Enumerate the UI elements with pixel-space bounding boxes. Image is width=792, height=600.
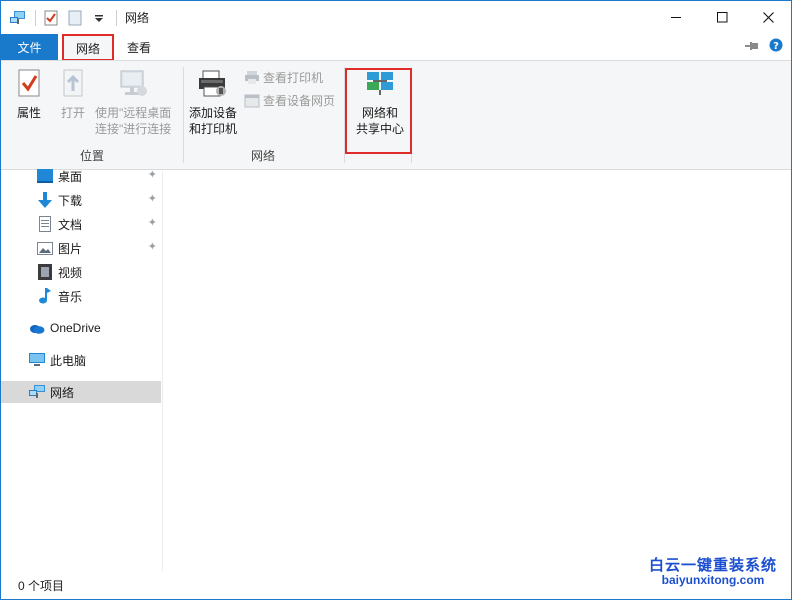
network-group-label: 网络 [250,149,275,163]
help-icon[interactable]: ? [769,38,783,55]
pin-icon[interactable]: ✦ [148,192,157,205]
new-folder-qat-icon[interactable] [66,9,84,27]
properties-button[interactable]: 属性 [13,67,45,121]
nav-item-desktop[interactable]: 桌面 ✦ [1,165,161,187]
toolbar-divider [35,9,36,26]
nav-item-label: 图片 [58,241,83,256]
nav-item-music[interactable]: 音乐 [1,285,161,307]
add-device-label-1: 添加设备 [189,106,238,120]
view-printers-button[interactable]: 查看打印机 [244,69,323,86]
view-device-webpage-button[interactable]: 查看设备网页 [244,92,335,109]
properties-icon [18,69,40,97]
remote-desktop-label-1: 使用"远程桌面 [95,106,172,120]
nav-item-this-pc[interactable]: 此电脑 [1,349,161,371]
pictures-icon [37,240,53,256]
ribbon-tabs: 文件 网络 查看 ? [1,34,791,61]
view-printers-label: 查看打印机 [263,71,324,85]
document-icon [37,216,53,232]
network-group: 添加设备 和打印机 查看打印机 查看设备网页 网络 [184,61,342,169]
remote-desktop-button[interactable]: 使用"远程桌面 连接"进行连接 [95,67,171,137]
sharing-center-highlight [345,68,412,154]
watermark: 白云一键重装系统 baiyunxitong.com [648,557,777,587]
pin-icon[interactable]: ✦ [148,216,157,229]
title-bar: 网络 [1,1,791,34]
onedrive-icon [29,320,45,336]
nav-item-label: 音乐 [58,289,83,304]
nav-item-pictures[interactable]: 图片 ✦ [1,237,161,259]
minimize-button[interactable] [653,1,699,34]
window-title: 网络 [125,11,150,25]
view-device-webpage-label: 查看设备网页 [263,94,336,108]
network-app-icon [9,9,27,27]
nav-item-videos[interactable]: 视频 [1,261,161,283]
add-devices-printers-button[interactable]: 添加设备 和打印机 [189,67,237,137]
ribbon-tools: ? [745,38,783,55]
nav-item-label: 文档 [58,217,83,232]
navigation-pane: 桌面 ✦ 下载 ✦ 文档 ✦ 图片 ✦ 视频 音乐 OneDrive 此电脑 网… [1,169,163,571]
desktop-icon [37,168,53,184]
nav-item-label: 网络 [50,385,75,400]
tab-view[interactable]: 查看 [114,34,164,60]
watermark-cn: 白云一键重装系统 [648,557,777,574]
nav-item-label: OneDrive [50,321,101,335]
customize-qat-dropdown-icon[interactable] [90,9,108,27]
close-button[interactable] [745,1,791,34]
properties-qat-icon[interactable] [42,9,60,27]
open-icon [63,69,83,97]
download-icon [37,192,53,208]
add-device-label-2: 和打印机 [189,122,238,136]
tab-network[interactable]: 网络 [62,34,115,61]
ribbon-panel: 属性 打开 使用"远程桌面 连接"进行连接 位置 添加设备 和打印机 查看打印机… [1,60,791,170]
device-webpage-icon [244,94,260,107]
file-list-area[interactable] [164,171,791,571]
pin-icon[interactable]: ✦ [148,240,157,253]
music-icon [37,288,53,304]
nav-item-network[interactable]: 网络 [1,381,161,403]
watermark-en: baiyunxitong.com [661,573,765,587]
add-device-printer-icon [199,70,226,97]
nav-item-onedrive[interactable]: OneDrive [1,317,161,339]
nav-item-label: 下载 [58,193,83,208]
properties-label: 属性 [16,106,41,120]
printer-icon [245,70,259,84]
pin-icon[interactable]: ✦ [148,168,157,181]
tab-file[interactable]: 文件 [1,34,58,60]
network-icon [29,384,45,400]
videos-icon [37,264,53,280]
quick-access-toolbar: 网络 [1,1,149,34]
explorer-window: 网络 文件 网络 查看 ? 属性 打开 使用"远程桌面 连接"进行连接 位置 添… [0,0,792,600]
nav-item-label: 视频 [58,265,83,280]
nav-item-downloads[interactable]: 下载 ✦ [1,189,161,211]
nav-item-label: 此电脑 [50,353,87,368]
maximize-button[interactable] [699,1,745,34]
open-label: 打开 [60,106,85,120]
nav-item-documents[interactable]: 文档 ✦ [1,213,161,235]
title-divider [116,9,117,26]
remote-desktop-icon [120,70,148,96]
pin-ribbon-icon[interactable] [745,40,759,54]
item-count: 0 个项目 [18,578,65,593]
svg-text:?: ? [773,41,779,52]
this-pc-icon [29,352,45,368]
location-group: 属性 打开 使用"远程桌面 连接"进行连接 位置 [1,61,183,169]
window-controls [653,1,791,34]
open-button[interactable]: 打开 [57,67,89,121]
nav-item-label: 桌面 [58,169,83,184]
location-group-label: 位置 [79,149,104,163]
remote-desktop-label-2: 连接"进行连接 [95,122,172,136]
